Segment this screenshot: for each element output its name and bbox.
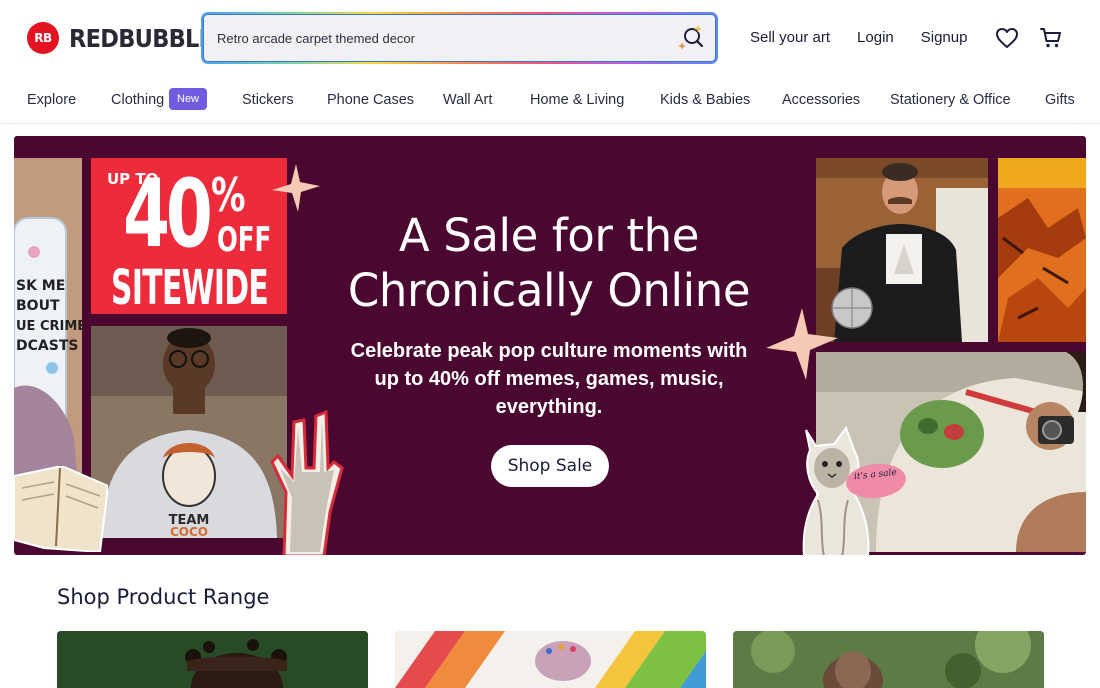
svg-text:DCASTS: DCASTS: [16, 338, 78, 354]
sale-off-label: OFF: [217, 220, 272, 260]
product-range-card[interactable]: [733, 631, 1044, 688]
nav-item-wall-art[interactable]: Wall Art: [443, 92, 492, 108]
product-range-card[interactable]: [395, 631, 706, 688]
sale-percent-sign: %: [211, 168, 246, 222]
product-range-card[interactable]: [57, 631, 368, 688]
nav-item-gifts[interactable]: Gifts: [1045, 92, 1075, 108]
cart-icon[interactable]: [1040, 27, 1062, 49]
sale-percent-number: 40: [123, 160, 213, 269]
team-coco-sweatshirt-photo: TEAM COCO: [91, 326, 287, 538]
nav-item-phone-cases[interactable]: Phone Cases: [327, 92, 414, 108]
redbubble-logo[interactable]: RB REDBUBBLE: [27, 22, 229, 54]
svg-text:UE CRIME: UE CRIME: [16, 319, 82, 334]
logo-wordmark: REDBUBBLE: [69, 23, 214, 53]
nav-item-kids-babies[interactable]: Kids & Babies: [660, 92, 750, 108]
product-range-image: [57, 631, 368, 688]
sale-sitewide-label: SITEWIDE: [111, 260, 269, 314]
hero-title-line-2: Chronically Online: [347, 264, 751, 317]
rock-hand-cutout: [270, 409, 344, 555]
shop-sale-button[interactable]: Shop Sale: [491, 445, 609, 487]
nav-item-home-living[interactable]: Home & Living: [530, 92, 624, 108]
category-nav: Explore Clothing Stickers Phone Cases Wa…: [0, 78, 1100, 124]
svg-text:COCO: COCO: [170, 525, 208, 538]
hero-title: A Sale for the Chronically Online: [339, 208, 759, 318]
site-header: RB REDBUBBLE Sell your art Login Signup: [0, 0, 1100, 78]
product-range-image: [395, 631, 706, 688]
nav-item-clothing[interactable]: Clothing: [111, 92, 164, 108]
sell-your-art-link[interactable]: Sell your art: [750, 29, 830, 46]
search-icon[interactable]: [678, 25, 704, 51]
svg-text:BOUT: BOUT: [16, 298, 60, 314]
nav-item-accessories[interactable]: Accessories: [782, 92, 860, 108]
sale-hero-banner[interactable]: SK ME BOUT UE CRIME DCASTS UP TO 40 % OF…: [14, 136, 1086, 555]
search-box: [203, 14, 716, 62]
book-cutout: [14, 466, 108, 552]
mustache-man-tshirt-photo: [816, 158, 988, 342]
orange-fabric-photo: [998, 158, 1086, 342]
search-bar: [201, 12, 718, 64]
nav-item-explore[interactable]: Explore: [27, 92, 76, 108]
nav-item-stickers[interactable]: Stickers: [242, 92, 294, 108]
login-link[interactable]: Login: [857, 29, 894, 46]
nav-item-stationery-office[interactable]: Stationery & Office: [890, 92, 1011, 108]
hero-title-line-1: A Sale for the: [398, 209, 700, 262]
product-range-image: [733, 631, 1044, 688]
sale-40-percent-card: UP TO 40 % OFF SITEWIDE: [91, 158, 287, 314]
signup-link[interactable]: Signup: [921, 29, 968, 46]
account-links: Sell your art Login Signup: [750, 29, 994, 46]
svg-text:SK ME: SK ME: [16, 278, 65, 294]
search-input[interactable]: [217, 14, 657, 62]
new-badge: New: [169, 88, 208, 110]
heart-icon[interactable]: [995, 27, 1018, 49]
section-title: Shop Product Range: [57, 585, 270, 609]
logo-mark: RB: [27, 22, 59, 54]
hero-subtitle: Celebrate peak pop culture moments with …: [350, 340, 748, 418]
starburst-icon: [272, 164, 320, 212]
